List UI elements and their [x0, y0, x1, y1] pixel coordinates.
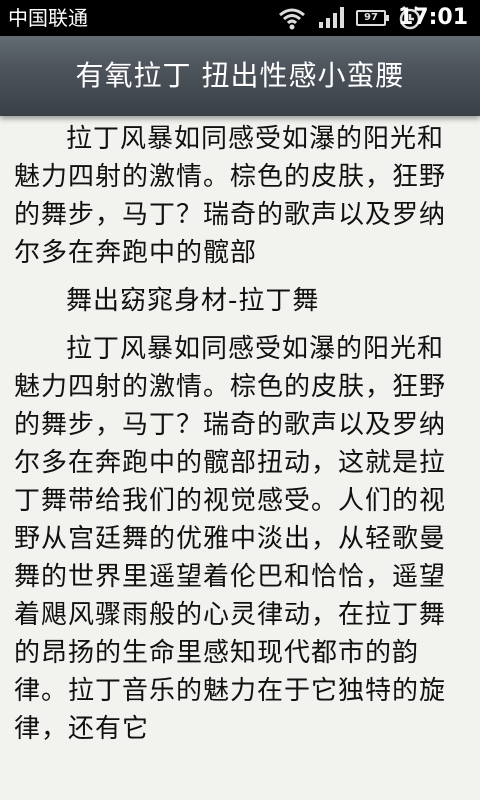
signal-icon — [319, 7, 344, 28]
wifi-icon — [279, 8, 305, 30]
carrier-name: 中国联通 — [8, 6, 88, 30]
status-bar: 中国联通 97 17:01 — [0, 0, 480, 36]
battery-level: 97 — [364, 12, 378, 23]
article-paragraph: 拉丁风暴如同感受如瀑的阳光和魅力四射的激情。棕色的皮肤，狂野的舞步，马丁？瑞奇的… — [14, 334, 447, 744]
article-paragraph: 拉丁风暴如同感受如瀑的阳光和魅力四射的激情。棕色的皮肤，狂野的舞步，马丁？瑞奇的… — [14, 124, 447, 268]
article-content[interactable]: 拉丁风暴如同感受如瀑的阳光和魅力四射的激情。棕色的皮肤，狂野的舞步，马丁？瑞奇的… — [14, 120, 466, 800]
clock: 17:01 — [397, 5, 468, 30]
title-bar: 有氧拉丁 扭出性感小蛮腰 — [0, 36, 480, 116]
page-title: 有氧拉丁 扭出性感小蛮腰 — [75, 59, 405, 92]
article-subheading: 舞出窈窕身材-拉丁舞 — [66, 286, 320, 316]
battery-icon: 97 — [356, 10, 389, 26]
